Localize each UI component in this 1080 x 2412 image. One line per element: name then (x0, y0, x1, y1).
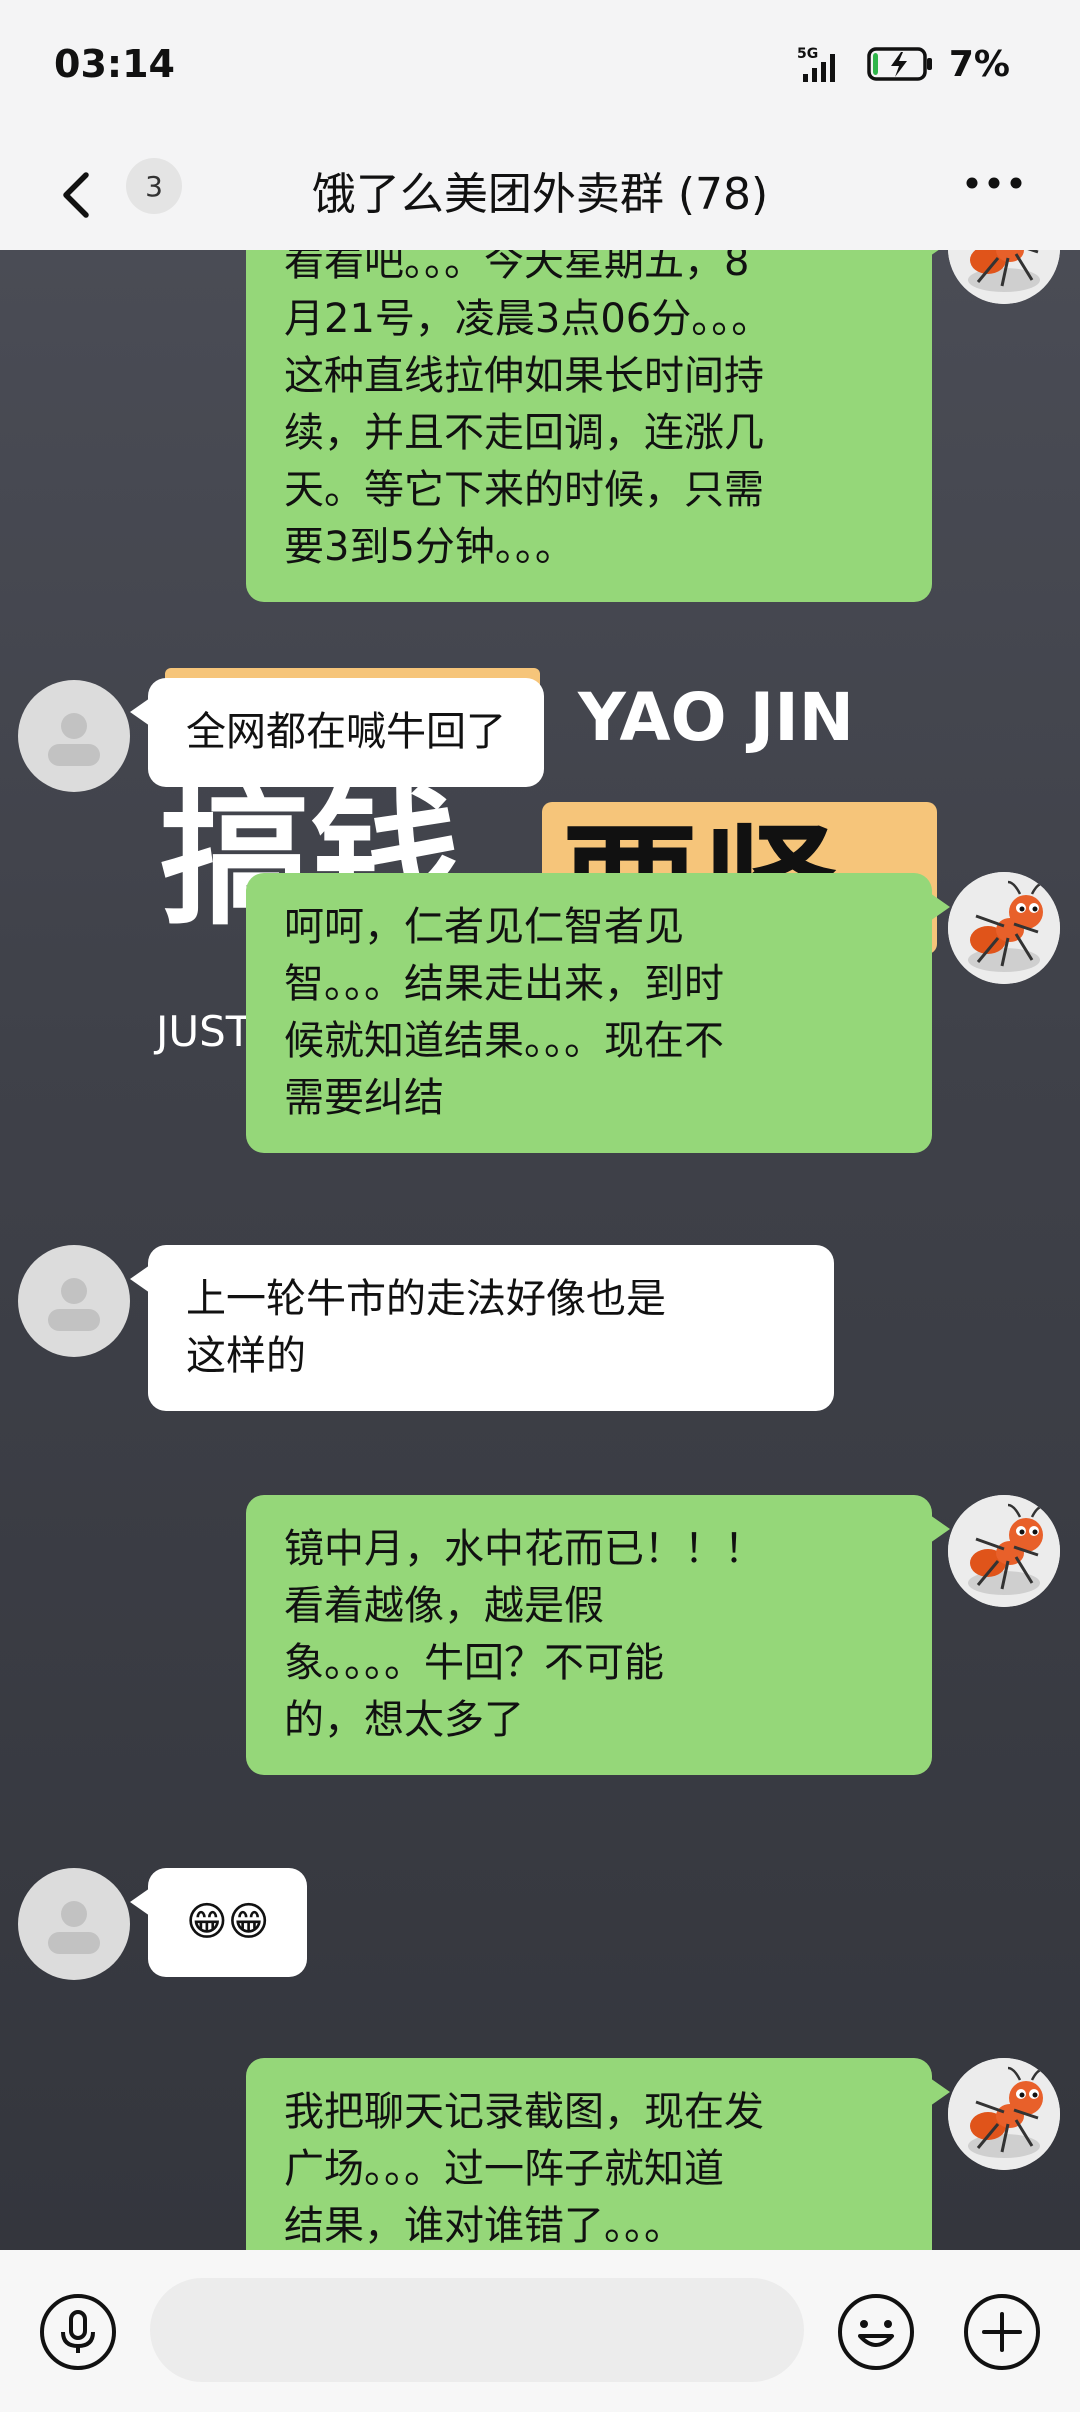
chat-title[interactable]: 饿了么美团外卖群 (78) (0, 158, 1080, 222)
message-bubble-received[interactable]: 全网都在喊牛回了 (130, 678, 544, 787)
emoji-icon[interactable] (836, 2292, 916, 2372)
message-input[interactable] (150, 2278, 804, 2382)
default-avatar-icon (48, 1901, 100, 1954)
signal-icon: 5G (797, 46, 835, 82)
plus-icon[interactable] (962, 2292, 1042, 2372)
battery-icon (867, 47, 932, 81)
avatar-member[interactable] (18, 1868, 130, 1980)
wallpaper-line3: JUST (153, 1007, 252, 1056)
avatar-member[interactable] (18, 680, 130, 792)
chat-message-list[interactable]: YAO JIN 搞钱 要紧 JUST 看看吧。。。今天星期五，8 月21号，凌晨… (0, 250, 1080, 2250)
ant-avatar-icon (948, 2058, 1060, 2170)
message-bubble-sent[interactable]: 看看吧。。。今天星期五，8 月21号，凌晨3点06分。。。 这种直线拉伸如果长时… (246, 250, 950, 602)
ant-avatar-icon (948, 1495, 1060, 1607)
wallpaper-line1: YAO JIN (577, 679, 854, 756)
ant-avatar-icon (948, 872, 1060, 984)
status-bar: 03:14 5G 7% (0, 0, 1080, 140)
status-time: 03:14 (54, 42, 175, 86)
default-avatar-icon (48, 713, 100, 766)
avatar-ant-self[interactable] (948, 872, 1060, 984)
message-bubble-sent[interactable]: 呵呵，仁者见仁智者见 智。。。结果走出来，到时 候就知道结果。。。现在不 需要纠… (246, 873, 950, 1153)
more-dots-icon[interactable] (964, 173, 1024, 193)
avatar-ant-self[interactable] (948, 2058, 1060, 2170)
default-avatar-icon (48, 1278, 100, 1331)
message-bubble-received[interactable]: 😁😁 (129, 1868, 308, 1977)
voice-icon[interactable] (38, 2292, 118, 2372)
message-bubble-received[interactable]: 上一轮牛市的走法好像也是 这样的 (130, 1245, 834, 1411)
battery-percent: 7% (948, 43, 1010, 85)
avatar-member[interactable] (18, 1245, 130, 1357)
network-type-label: 5G (797, 46, 818, 62)
message-bubble-sent[interactable]: 镜中月，水中花而已！！！ 看着越像，越是假 象。。。。牛回？不可能 的，想太多了 (246, 1495, 950, 1775)
status-icons: 5G 7% (787, 43, 1010, 85)
message-bubble-sent[interactable]: 我把聊天记录截图，现在发 广场。。。过一阵子就知道 结果，谁对谁错了。。。 (246, 2058, 950, 2250)
avatar-ant-self[interactable] (948, 1495, 1060, 1607)
